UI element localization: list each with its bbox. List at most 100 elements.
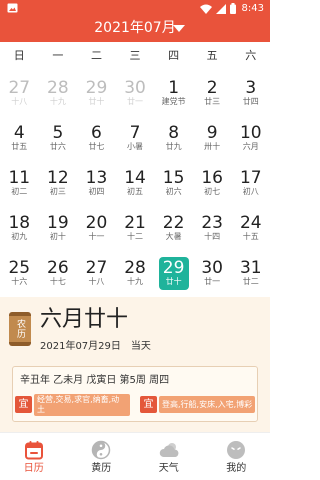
calendar-week-row: 18 初九 19 初十 20 十一 21 十二 22 大暑 23 十四 24 十五 bbox=[0, 207, 270, 252]
calendar-day[interactable]: 15 初六 bbox=[154, 162, 193, 207]
calendar-day[interactable]: 6 廿七 bbox=[77, 117, 116, 162]
calendar-day[interactable]: 30 廿一 bbox=[116, 72, 155, 117]
calendar-day[interactable]: 7 小暑 bbox=[116, 117, 155, 162]
day-number: 28 bbox=[47, 78, 69, 98]
calendar-day[interactable]: 8 廿九 bbox=[154, 117, 193, 162]
lunar-day: 廿十 bbox=[165, 277, 182, 286]
ganzhi-line: 辛丑年 乙未月 戊寅日 第5周 周四 bbox=[20, 375, 170, 386]
calendar-week-row: 11 初二 12 初三 13 初四 14 初五 15 初六 16 初七 17 初八 bbox=[0, 162, 270, 207]
profile-face-icon bbox=[227, 441, 246, 459]
lunar-day: 廿二 bbox=[242, 277, 259, 286]
nav-item-almanac[interactable]: 黄历 bbox=[68, 433, 136, 480]
calendar-day[interactable]: 30 廿一 bbox=[193, 252, 232, 297]
day-number: 20 bbox=[85, 213, 108, 233]
almanac-info-box: 辛丑年 乙未月 戊寅日 第5周 周四 宜 经营,交易,求官,纳畜,动土 宜 登高… bbox=[12, 366, 258, 422]
lunar-day: 廿六 bbox=[49, 142, 66, 151]
calendar-day[interactable]: 26 十七 bbox=[39, 252, 78, 297]
nav-label-profile: 我的 bbox=[226, 463, 247, 474]
weekday-label: 一 bbox=[52, 49, 64, 62]
calendar-day[interactable]: 3 廿四 bbox=[231, 72, 270, 117]
almanac-panel: 农历 六月廿十 2021年07月29日 当天 辛丑年 乙未月 戊寅日 第5周 周四… bbox=[0, 297, 270, 432]
weekday-label: 四 bbox=[168, 49, 180, 62]
calendar-day[interactable]: 28 十九 bbox=[116, 252, 155, 297]
calendar-day[interactable]: 13 初四 bbox=[77, 162, 116, 207]
lunar-day: 十九 bbox=[49, 97, 66, 106]
wifi-icon bbox=[199, 4, 212, 14]
calendar-day[interactable]: 16 初七 bbox=[193, 162, 232, 207]
weekday-label: 二 bbox=[90, 49, 102, 62]
yi-tag-2: 宜 bbox=[140, 396, 157, 413]
calendar-day[interactable]: 9 卅十 bbox=[193, 117, 232, 162]
nav-item-profile[interactable]: 我的 bbox=[203, 433, 271, 480]
calendar-day[interactable]: 17 初八 bbox=[231, 162, 270, 207]
calendar-day[interactable]: 29 廿十 bbox=[77, 72, 116, 117]
solar-date-line: 2021年07月29日 当天 bbox=[40, 341, 151, 353]
calendar-day[interactable]: 12 初三 bbox=[39, 162, 78, 207]
lunar-day: 十五 bbox=[242, 232, 259, 241]
calendar-day[interactable]: 27 十八 bbox=[0, 72, 39, 117]
day-number: 14 bbox=[124, 168, 146, 188]
day-number: 28 bbox=[124, 258, 146, 278]
calendar-day[interactable]: 18 初九 bbox=[0, 207, 39, 252]
calendar-day[interactable]: 14 初五 bbox=[116, 162, 155, 207]
weekday-label: 六 bbox=[245, 49, 257, 62]
weekday-header: 日一二三四五六 bbox=[0, 42, 270, 70]
calendar-day[interactable]: 1 建党节 bbox=[154, 72, 193, 117]
day-number: 6 bbox=[91, 123, 102, 143]
calendar-day[interactable]: 20 十一 bbox=[77, 207, 116, 252]
day-number: 23 bbox=[201, 213, 223, 233]
month-title[interactable]: 2021年07月 bbox=[0, 17, 270, 39]
calendar-day[interactable]: 11 初二 bbox=[0, 162, 39, 207]
nav-label-weather: 天气 bbox=[158, 463, 179, 474]
calendar-day[interactable]: 21 十二 bbox=[116, 207, 155, 252]
calendar-day[interactable]: 27 十八 bbox=[77, 252, 116, 297]
lunar-day: 廿四 bbox=[242, 97, 259, 106]
day-number: 22 bbox=[162, 213, 185, 233]
calendar-day[interactable]: 25 十六 bbox=[0, 252, 39, 297]
calendar-day[interactable]: 5 廿六 bbox=[39, 117, 78, 162]
lunar-day: 初九 bbox=[11, 232, 28, 241]
weekday-label: 五 bbox=[206, 49, 218, 62]
calendar-day-selected[interactable]: 29 廿十 bbox=[154, 252, 193, 297]
day-number: 19 bbox=[47, 213, 69, 233]
lunar-day: 初六 bbox=[165, 187, 182, 196]
lunar-day: 初三 bbox=[49, 187, 66, 196]
lunar-day: 初十 bbox=[49, 232, 66, 241]
lunar-day: 十九 bbox=[127, 277, 144, 286]
calendar-day[interactable]: 28 十九 bbox=[39, 72, 78, 117]
lunar-day: 初五 bbox=[127, 187, 144, 196]
calendar-day[interactable]: 2 廿三 bbox=[193, 72, 232, 117]
today-label: 当天 bbox=[130, 341, 151, 352]
calendar-day[interactable]: 10 六月 bbox=[231, 117, 270, 162]
calendar-day[interactable]: 22 大暑 bbox=[154, 207, 193, 252]
triangle-down-icon[interactable] bbox=[173, 25, 185, 32]
lunar-day: 廿五 bbox=[11, 142, 28, 151]
lunar-day: 十四 bbox=[204, 232, 221, 241]
nav-label-almanac: 黄历 bbox=[91, 463, 112, 474]
calendar-week-row: 25 十六 26 十七 27 十八 28 十九 29 廿十 30 廿一 31 廿二 bbox=[0, 252, 270, 297]
nav-label-calendar: 日历 bbox=[23, 463, 44, 474]
lunar-day: 十六 bbox=[11, 277, 28, 286]
lunar-day: 十八 bbox=[88, 277, 105, 286]
lunar-day: 廿十 bbox=[88, 97, 105, 106]
calendar-day[interactable]: 19 初十 bbox=[39, 207, 78, 252]
calendar-day[interactable]: 23 十四 bbox=[193, 207, 232, 252]
nav-item-weather[interactable]: 天气 bbox=[135, 433, 203, 480]
lunar-day: 廿三 bbox=[204, 97, 221, 106]
calendar-day[interactable]: 31 廿二 bbox=[231, 252, 270, 297]
day-number: 5 bbox=[52, 123, 64, 143]
nav-item-calendar[interactable]: 日历 bbox=[0, 433, 68, 480]
lunar-day: 六月 bbox=[242, 142, 259, 151]
calendar-day[interactable]: 24 十五 bbox=[231, 207, 270, 252]
day-number: 31 bbox=[239, 258, 262, 278]
lunar-day: 初七 bbox=[204, 187, 221, 196]
lunar-day: 十二 bbox=[127, 232, 144, 241]
day-number: 26 bbox=[47, 258, 69, 278]
solar-date: 2021年07月29日 bbox=[40, 341, 121, 352]
lunar-day: 十一 bbox=[88, 232, 105, 241]
calendar-day[interactable]: 4 廿五 bbox=[0, 117, 39, 162]
lunar-day: 廿九 bbox=[165, 142, 182, 151]
yi-items: 经营,交易,求官,纳畜,动土 bbox=[34, 394, 130, 416]
lunar-day: 十八 bbox=[11, 97, 28, 106]
calendar-week-row: 27 十八 28 十九 29 廿十 30 廿一 1 建党节 2 廿三 3 廿四 bbox=[0, 72, 270, 117]
